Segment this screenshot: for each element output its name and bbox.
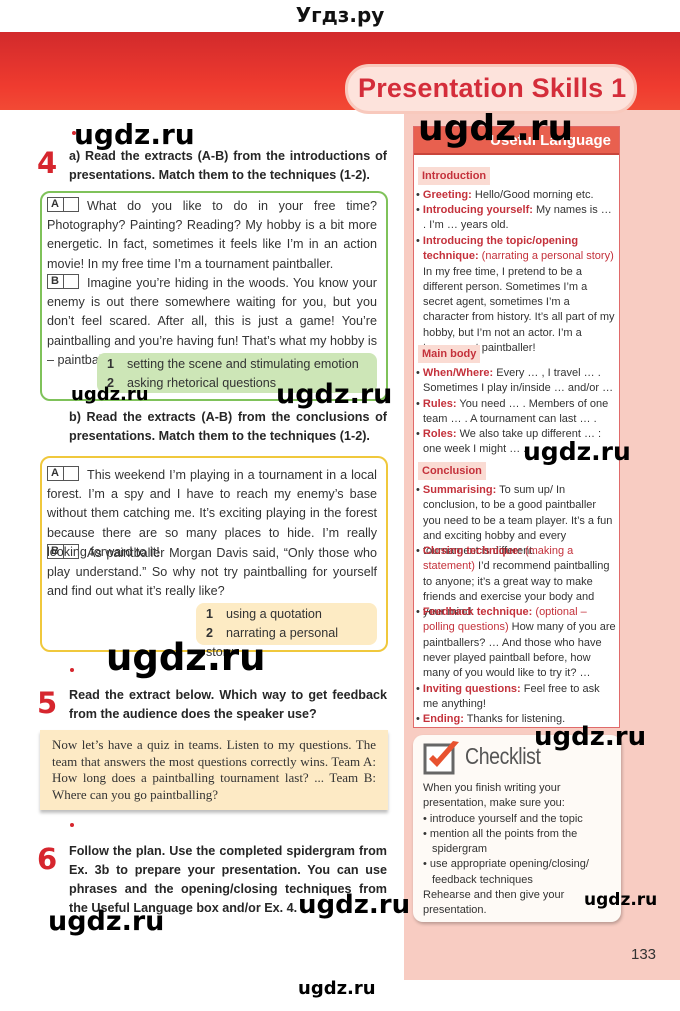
exercise-number-4: 4 xyxy=(37,146,58,180)
phrase-item: • Introducing yourself: My names is … . … xyxy=(416,204,612,232)
watermark: ugdz.ru xyxy=(276,379,393,410)
watermark: ugdz.ru xyxy=(298,890,411,920)
bullet-dot xyxy=(70,823,74,827)
watermark: ugdz.ru xyxy=(48,906,165,937)
answer-box-B[interactable]: B xyxy=(47,274,79,289)
watermark: ugdz.ru xyxy=(418,108,574,149)
exercise-5-instruction: Read the extract below. Which way to get… xyxy=(69,688,387,721)
section-heading-introduction: Introduction xyxy=(418,167,491,185)
phrase-item: • Feedback technique: (optional – pollin… xyxy=(416,606,616,680)
watermark: ugdz.ru xyxy=(298,978,376,999)
watermark: ugdz.ru xyxy=(74,118,195,151)
exercise-4a-instruction: a) Read the extracts (A-B) from the intr… xyxy=(69,149,387,182)
watermark: ugdz.ru xyxy=(523,437,631,466)
checklist-title: Checklist xyxy=(465,743,541,769)
watermark: ugdz.ru xyxy=(71,384,149,405)
phrase-item: • Greeting: Hello/Good morning etc. xyxy=(416,189,594,201)
answer-box-A[interactable]: A xyxy=(47,466,79,481)
exercise-number-6: 6 xyxy=(37,842,58,876)
phrase-item: • Rules: You need … . Members of one tea… xyxy=(416,398,609,426)
checklist-item: • mention all the points from the spider… xyxy=(423,827,578,856)
checklist-item: • use appropriate opening/closing/ feedb… xyxy=(423,858,589,886)
extract-4a-A: A What do you like to do in your free tim… xyxy=(47,197,377,271)
site-title: Угдз.ру xyxy=(295,3,385,27)
section-heading-main-body: Main body xyxy=(418,345,481,363)
watermark: ugdz.ru xyxy=(534,722,647,752)
exercise-4b-instruction: b) Read the extracts (A-B) from the conc… xyxy=(69,410,387,443)
checklist-item: • introduce yourself and the topic xyxy=(423,812,583,825)
phrase-item: • Introducing the topic/opening techniqu… xyxy=(416,235,615,355)
checklist-intro: When you finish writing your presentatio… xyxy=(423,782,565,810)
exercise-number-5: 5 xyxy=(37,686,58,720)
exercise-5-extract: Now let’s have a quiz in teams. Listen t… xyxy=(40,730,388,810)
checkbox-checkmark-icon xyxy=(423,741,459,775)
answer-box-A[interactable]: A xyxy=(47,197,79,212)
watermark: ugdz.ru xyxy=(584,890,658,910)
page-number: 133 xyxy=(631,946,657,963)
section-heading-conclusion: Conclusion xyxy=(418,462,486,480)
technique-item: 1 setting the scene and stimulating emoti… xyxy=(107,357,359,371)
extract-4b-B: B As paintballer Morgan Davis said, “Only… xyxy=(47,544,377,599)
technique-item: 1 using a quotation xyxy=(206,607,322,621)
answer-box-B[interactable]: B xyxy=(47,544,79,559)
phrase-item: • Inviting questions: Feel free to ask m… xyxy=(416,683,600,711)
watermark: ugdz.ru xyxy=(106,636,266,679)
bullet-dot xyxy=(70,668,74,672)
chapter-title: Presentation Skills 1 xyxy=(358,73,627,103)
